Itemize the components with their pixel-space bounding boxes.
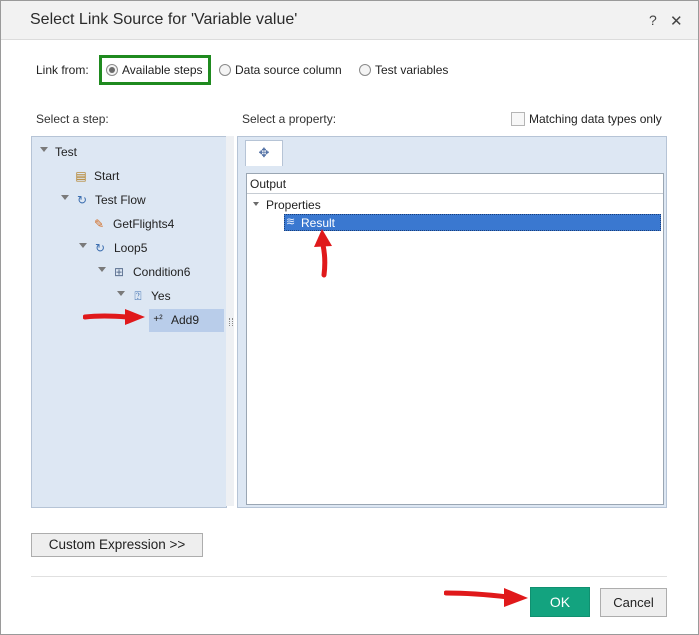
dialog-title: Select Link Source for 'Variable value': [30, 11, 298, 28]
cancel-button[interactable]: Cancel: [600, 588, 667, 617]
expand-icon[interactable]: [79, 243, 87, 248]
title-bar: Select Link Source for 'Variable value' …: [1, 1, 698, 40]
tree-item-label: Start: [94, 169, 120, 183]
radio-data-source-column[interactable]: [219, 64, 231, 76]
property-icon: ≋: [286, 216, 296, 228]
service-icon: ✎: [93, 217, 105, 231]
splitter-grip[interactable]: [229, 318, 233, 326]
tab-properties[interactable]: ✥: [245, 140, 283, 166]
tree-item-label: Test Flow: [95, 193, 146, 207]
tree-item-getflights4[interactable]: ✎ GetFlights4: [92, 215, 222, 235]
highlight-box: [99, 55, 211, 85]
tree-item-start[interactable]: ▤ Start: [74, 167, 214, 187]
link-source-dialog: Select Link Source for 'Variable value' …: [0, 0, 699, 635]
annotation-arrow-ok-icon: [444, 588, 528, 607]
property-group-row[interactable]: Properties: [251, 196, 451, 214]
tree-item-label: Add9: [171, 313, 200, 327]
tree-item-condition6[interactable]: ⊞ Condition6: [96, 263, 221, 283]
footer-divider: [31, 576, 667, 577]
condition-icon: ⊞: [113, 265, 125, 279]
radio-test-variables[interactable]: [359, 64, 371, 76]
branch-icon: ⍰: [134, 289, 142, 303]
tree-item-label: GetFlights4: [113, 217, 175, 231]
link-properties-icon: ✥: [258, 145, 270, 160]
close-icon[interactable]: ✕: [670, 12, 683, 30]
expand-icon[interactable]: [117, 291, 125, 296]
expand-icon[interactable]: [61, 195, 69, 200]
add-icon: +²: [153, 314, 163, 325]
tree-item-test[interactable]: Test: [38, 143, 218, 163]
tree-item-add9[interactable]: +² Add9: [149, 309, 224, 332]
tree-item-yes[interactable]: ⍰ Yes: [115, 287, 215, 307]
ok-button[interactable]: OK: [530, 587, 590, 617]
loop-icon: ↻: [94, 241, 106, 255]
property-group-label: Properties: [266, 198, 321, 212]
property-row-result[interactable]: ≋ Result: [284, 214, 661, 231]
radio-data-source-column-label[interactable]: Data source column: [235, 63, 342, 77]
help-icon[interactable]: ?: [649, 12, 657, 28]
panel-splitter[interactable]: [226, 136, 234, 506]
radio-test-variables-label[interactable]: Test variables: [375, 63, 448, 77]
custom-expression-button[interactable]: Custom Expression >>: [31, 533, 203, 557]
link-from-label: Link from:: [36, 63, 89, 77]
tree-item-test-flow[interactable]: ↻ Test Flow: [58, 191, 218, 211]
tree-item-label: Loop5: [114, 241, 148, 255]
expand-icon[interactable]: [253, 202, 259, 206]
tree-item-loop5[interactable]: ↻ Loop5: [77, 239, 217, 259]
matching-types-checkbox[interactable]: [511, 112, 525, 126]
property-grid: Output Properties ≋ Result: [246, 173, 664, 505]
matching-types-label[interactable]: Matching data types only: [529, 112, 662, 126]
select-property-label: Select a property:: [242, 112, 337, 126]
annotation-arrow-right-icon: [83, 309, 145, 325]
tree-item-label: Condition6: [133, 265, 191, 279]
start-icon: ▤: [75, 169, 87, 183]
tree-item-label: Test: [55, 145, 78, 159]
flow-icon: ↻: [76, 193, 88, 207]
property-panel: ✥ Output Properties ≋ Result: [237, 136, 667, 508]
tree-item-label: Yes: [151, 289, 171, 303]
expand-icon[interactable]: [98, 267, 106, 272]
annotation-arrow-up-icon: [314, 229, 332, 278]
select-step-label: Select a step:: [36, 112, 109, 126]
grid-header: Output: [247, 174, 663, 194]
grid-header-output: Output: [250, 177, 287, 191]
expand-icon[interactable]: [40, 147, 48, 152]
